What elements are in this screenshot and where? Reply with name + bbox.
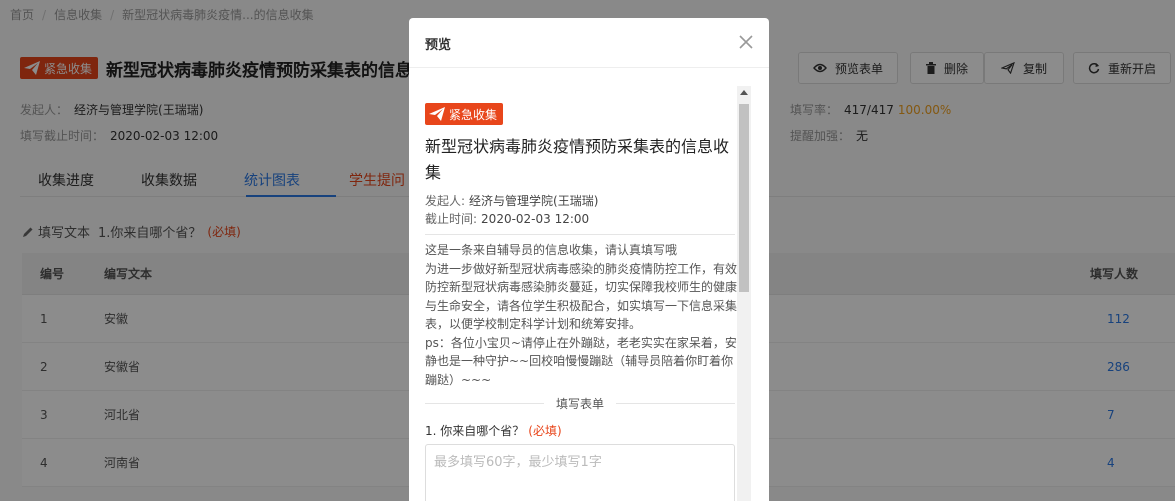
form-initiator-value: 经济与管理学院(王瑞瑞) <box>469 194 599 208</box>
form-question-required: (必填) <box>528 424 562 438</box>
scroll-thumb[interactable] <box>739 104 749 292</box>
form-deadline-value: 2020-02-03 12:00 <box>481 212 590 226</box>
form-initiator: 发起人: 经济与管理学院(王瑞瑞) <box>425 192 598 209</box>
province-input[interactable] <box>425 444 735 501</box>
modal-title: 预览 <box>425 38 452 53</box>
description-line: 为进一步做好新型冠状病毒感染的肺炎疫情防控工作，有效防控新型冠状病毒感染肺炎蔓延… <box>425 261 737 332</box>
form-question: 1. 你来自哪个省？ (必填) <box>425 422 562 439</box>
form-section-divider: 填写表单 <box>425 396 736 411</box>
form-deadline: 截止时间: 2020-02-03 12:00 <box>425 210 589 227</box>
scroll-up-arrow-icon[interactable] <box>740 90 748 95</box>
form-description: 这是一条来自辅导员的信息收集，请认真填写哦 为进一步做好新型冠状病毒感染的肺炎疫… <box>425 241 737 389</box>
form-title: 新型冠状病毒肺炎疫情预防采集表的信息收集 <box>425 137 730 182</box>
urgent-tag: 紧急收集 <box>425 103 504 125</box>
form-section-label: 填写表单 <box>556 396 605 411</box>
scrollbar[interactable] <box>737 86 751 501</box>
description-line: ps：各位小宝贝~请停止在外蹦跶，老老实实在家呆着，安静也是一种守护~~回校咱慢… <box>425 335 737 387</box>
divider <box>425 234 735 235</box>
modal-header: 预览 <box>409 18 769 68</box>
paper-plane-icon <box>429 107 445 121</box>
modal-body: 紧急收集 新型冠状病毒肺炎疫情预防采集表的信息收集 发起人: 经济与管理学院(王瑞… <box>409 86 769 501</box>
preview-scroll-area[interactable]: 紧急收集 新型冠状病毒肺炎疫情预防采集表的信息收集 发起人: 经济与管理学院(王瑞… <box>425 86 737 501</box>
form-question-text: 1. 你来自哪个省？ <box>425 424 525 438</box>
close-icon[interactable] <box>737 33 755 51</box>
form-deadline-label: 截止时间: <box>425 212 478 226</box>
description-line: 这是一条来自辅导员的信息收集，请认真填写哦 <box>425 243 678 257</box>
preview-modal: 预览 紧急收集 新型冠状病毒肺炎疫情预防采集表的信息收集 发起人: 经济与管理学院… <box>409 18 769 501</box>
urgent-tag-label: 紧急收集 <box>449 107 498 122</box>
form-initiator-label: 发起人: <box>425 194 466 208</box>
